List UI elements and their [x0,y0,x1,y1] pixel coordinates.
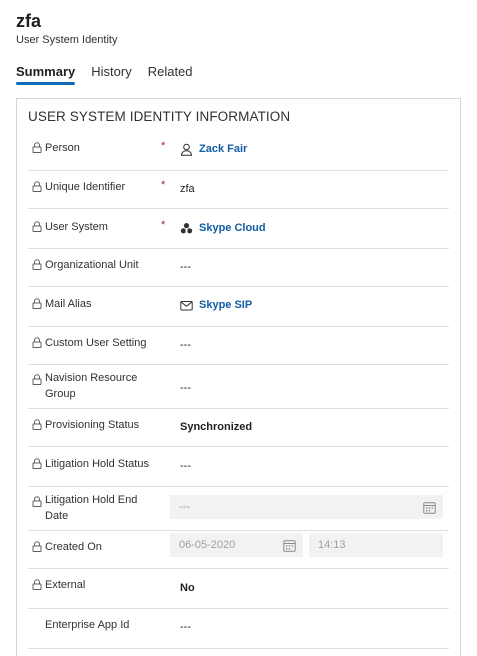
record-entity-type: User System Identity [16,34,118,46]
tab-summary[interactable]: Summary [16,64,76,85]
lock-icon [32,541,42,552]
lock-icon [32,337,42,348]
litigation-hold-end-date-input[interactable]: --- [170,495,443,519]
field-label: Custom User Setting [45,337,147,349]
mail-alias-lookup-link[interactable]: Skype SIP [180,298,252,312]
field-label-line: Navision Resource [45,372,138,384]
litigation-hold-status-value[interactable]: --- [180,459,191,473]
tab-history[interactable]: History [91,64,131,85]
field-label: Person [45,142,80,154]
field-label: User System [45,221,108,233]
navision-resource-group-value[interactable]: --- [180,381,191,395]
field-mail-alias: Mail Alias Skype SIP [28,287,449,327]
field-organizational-unit: Organizational Unit --- [28,249,449,287]
field-enterprise-app-id: Enterprise App Id --- [28,609,449,649]
lock-icon [32,142,42,153]
lock-icon [32,181,42,192]
organizational-unit-value[interactable]: --- [180,260,191,274]
field-label-line: Group [45,388,76,400]
field-person: Person * Zack Fair [28,131,449,171]
field-custom-user-setting: Custom User Setting --- [28,327,449,365]
record-title: zfa [16,11,42,31]
calendar-icon[interactable] [283,539,296,552]
provisioning-status-value[interactable]: Synchronized [180,420,252,434]
field-label-line: Litigation Hold End [45,494,138,506]
record-header: zfa User System Identity [16,10,117,46]
field-user-system: User System * Skype Cloud [28,209,449,249]
lock-icon [32,579,42,590]
person-value: Zack Fair [199,143,248,155]
field-unique-identifier: Unique Identifier * zfa [28,171,449,209]
lock-icon [32,221,42,232]
field-label: Enterprise App Id [45,619,130,631]
user-system-value: Skype Cloud [199,222,266,234]
mail-icon [180,300,193,310]
lock-icon [32,419,42,430]
unique-identifier-value[interactable]: zfa [180,182,195,196]
tab-bar: Summary History Related [16,64,193,85]
required-marker: * [161,179,166,191]
field-litigation-hold-status: Litigation Hold Status --- [28,447,449,487]
section-title: USER SYSTEM IDENTITY INFORMATION [28,109,291,124]
field-external: External No [28,569,449,609]
person-icon [180,143,193,156]
enterprise-app-id-value[interactable]: --- [180,620,191,634]
cloud-group-icon [180,222,193,233]
field-label: Unique Identifier [45,181,126,193]
tab-related[interactable]: Related [148,64,193,85]
external-value[interactable]: No [180,581,195,595]
identity-information-section: USER SYSTEM IDENTITY INFORMATION Person … [16,98,461,656]
calendar-icon[interactable] [423,501,436,514]
lock-icon [32,259,42,270]
field-label-line: Date [45,510,69,522]
field-label: Mail Alias [45,298,92,310]
created-on-time-value: 14:13 [318,539,346,551]
person-lookup-link[interactable]: Zack Fair [180,142,247,156]
field-label: Organizational Unit [45,259,139,271]
field-created-on: Created On 06-05-2020 14:13 [28,531,449,569]
field-navision-resource-group: Navision Resource Group --- [28,365,449,409]
field-label: Provisioning Status [45,419,140,431]
field-label: Navision Resource Group [45,370,155,402]
field-label: Litigation Hold End Date [45,492,155,524]
user-system-lookup-link[interactable]: Skype Cloud [180,221,266,235]
field-provisioning-status: Provisioning Status Synchronized [28,409,449,447]
field-label: Created On [45,541,102,553]
required-marker: * [161,140,166,152]
lock-icon [32,496,42,507]
lock-icon [32,374,42,385]
field-litigation-hold-end-date: Litigation Hold End Date --- [28,487,449,531]
created-on-time-input[interactable]: 14:13 [309,533,443,557]
mail-alias-value: Skype SIP [199,299,253,311]
lock-icon [32,298,42,309]
required-marker: * [161,219,166,231]
field-label: Litigation Hold Status [45,458,149,470]
custom-user-setting-value[interactable]: --- [180,338,191,352]
lock-icon [32,458,42,469]
created-on-date-input[interactable]: 06-05-2020 [170,533,303,557]
created-on-date-value: 06-05-2020 [179,539,236,551]
field-label: External [45,579,86,591]
date-input-value: --- [179,501,190,513]
